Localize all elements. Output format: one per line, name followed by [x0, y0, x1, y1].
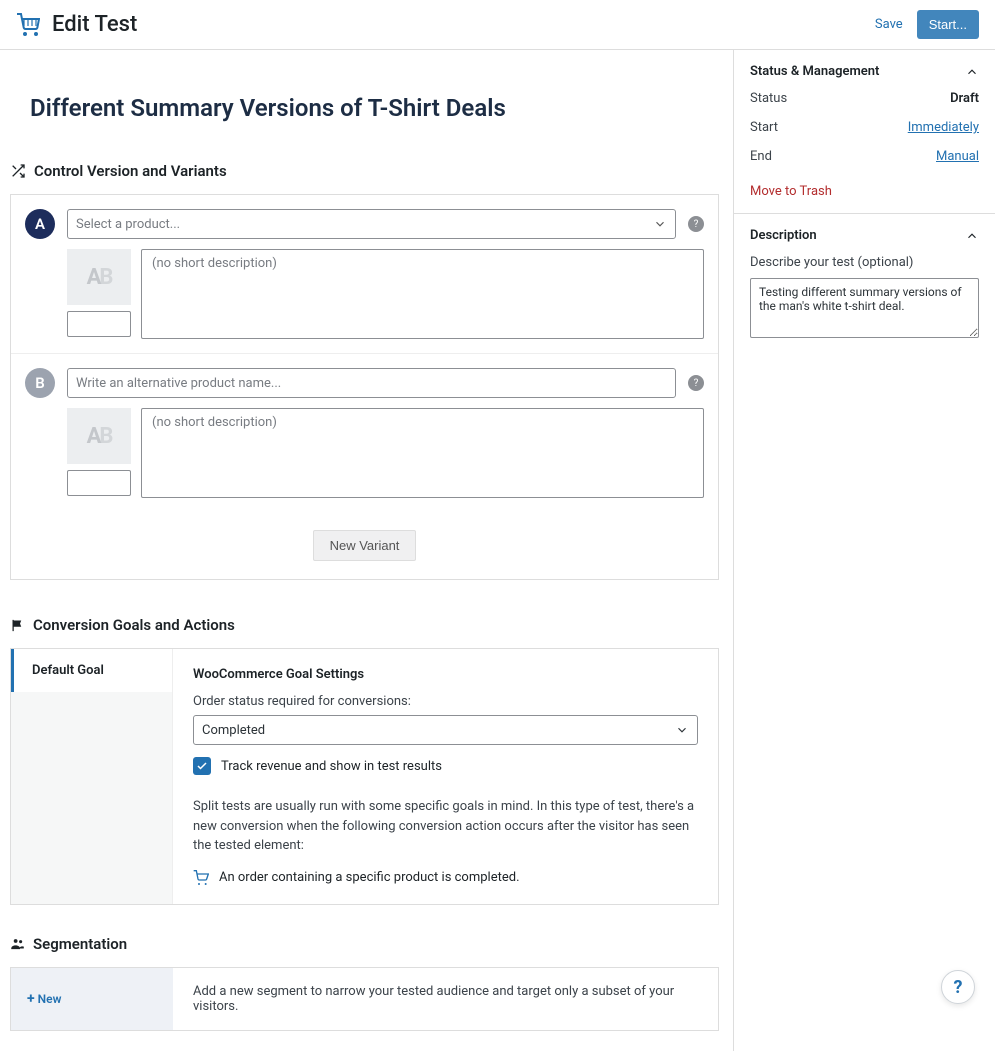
goals-heading-text: Conversion Goals and Actions	[33, 616, 235, 634]
product-select-placeholder: Select a product...	[76, 217, 180, 232]
variant-a: A Select a product... ? AB	[11, 195, 718, 354]
variant-b-badge: B	[25, 368, 55, 398]
save-button[interactable]: Save	[875, 17, 903, 32]
start-value-link[interactable]: Immediately	[908, 120, 979, 135]
order-status-label: Order status required for conversions:	[193, 694, 698, 709]
segmentation-heading: Segmentation	[10, 935, 719, 953]
segmentation-panel: + New Add a new segment to narrow your t…	[10, 967, 719, 1031]
variant-b-name-input[interactable]: Write an alternative product name...	[67, 368, 676, 398]
page-header: Edit Test Save Start...	[0, 0, 995, 50]
status-heading: Status & Management	[750, 64, 879, 79]
goal-explanation: Split tests are usually run with some sp…	[193, 797, 698, 856]
variant-a-description[interactable]: (no short description)	[141, 249, 704, 339]
variant-b-description[interactable]: (no short description)	[141, 408, 704, 498]
order-status-select[interactable]: Completed	[193, 715, 698, 745]
variant-b-price-input[interactable]	[67, 470, 131, 496]
main-content: Different Summary Versions of T-Shirt De…	[0, 50, 733, 1051]
variant-a-thumbnail[interactable]: AB	[67, 249, 131, 305]
status-value: Draft	[950, 91, 979, 106]
end-label: End	[750, 149, 772, 164]
description-textarea[interactable]	[750, 278, 979, 338]
variant-b-thumbnail[interactable]: AB	[67, 408, 131, 464]
variant-b: B Write an alternative product name... ?…	[11, 354, 718, 512]
help-floating-button[interactable]: ?	[941, 970, 975, 1004]
track-revenue-checkbox[interactable]	[193, 757, 211, 775]
start-button[interactable]: Start...	[917, 10, 979, 39]
move-to-trash-link[interactable]: Move to Trash	[750, 184, 832, 199]
start-label: Start	[750, 120, 778, 135]
shuffle-icon	[10, 163, 26, 179]
chevron-down-icon	[653, 217, 667, 231]
status-label: Status	[750, 91, 787, 106]
variants-heading-text: Control Version and Variants	[34, 162, 227, 180]
chevron-up-icon	[965, 65, 979, 79]
chevron-up-icon	[965, 229, 979, 243]
variant-a-price-input[interactable]	[67, 311, 131, 337]
help-icon[interactable]: ?	[688, 216, 704, 232]
sidebar: Status & Management Status Draft Start I…	[733, 50, 995, 1051]
help-icon[interactable]: ?	[688, 375, 704, 391]
cart-icon	[193, 870, 209, 886]
goals-heading: Conversion Goals and Actions	[10, 616, 719, 634]
segmentation-description: Add a new segment to narrow your tested …	[173, 968, 718, 1030]
new-segment-button[interactable]: + New	[27, 991, 61, 1007]
description-label: Describe your test (optional)	[750, 255, 979, 270]
goals-panel: Default Goal WooCommerce Goal Settings O…	[10, 648, 719, 905]
flag-icon	[10, 618, 25, 633]
product-select[interactable]: Select a product...	[67, 209, 676, 239]
page-title: Edit Test	[52, 12, 875, 37]
variant-a-badge: A	[25, 209, 55, 239]
segmentation-heading-text: Segmentation	[33, 935, 127, 953]
variant-b-name-placeholder: Write an alternative product name...	[76, 376, 281, 391]
description-heading: Description	[750, 228, 817, 243]
description-section-toggle[interactable]: Description	[750, 228, 979, 243]
plus-icon: +	[27, 991, 35, 1007]
goal-settings-title: WooCommerce Goal Settings	[193, 667, 698, 682]
test-name: Different Summary Versions of T-Shirt De…	[10, 70, 719, 162]
track-revenue-label: Track revenue and show in test results	[221, 759, 442, 774]
ab-placeholder-icon: AB	[87, 265, 112, 290]
goals-tabs: Default Goal	[11, 649, 173, 904]
cart-icon	[16, 13, 40, 37]
new-variant-button[interactable]: New Variant	[313, 530, 417, 561]
order-status-value: Completed	[202, 723, 265, 738]
tab-default-goal[interactable]: Default Goal	[11, 649, 172, 692]
variants-panel: A Select a product... ? AB	[10, 194, 719, 580]
status-section-toggle[interactable]: Status & Management	[750, 64, 979, 79]
ab-placeholder-icon: AB	[87, 424, 112, 449]
end-value-link[interactable]: Manual	[936, 149, 979, 164]
users-icon	[10, 936, 25, 951]
variants-heading: Control Version and Variants	[10, 162, 719, 180]
chevron-down-icon	[675, 723, 689, 737]
conversion-action-text: An order containing a specific product i…	[219, 870, 520, 885]
